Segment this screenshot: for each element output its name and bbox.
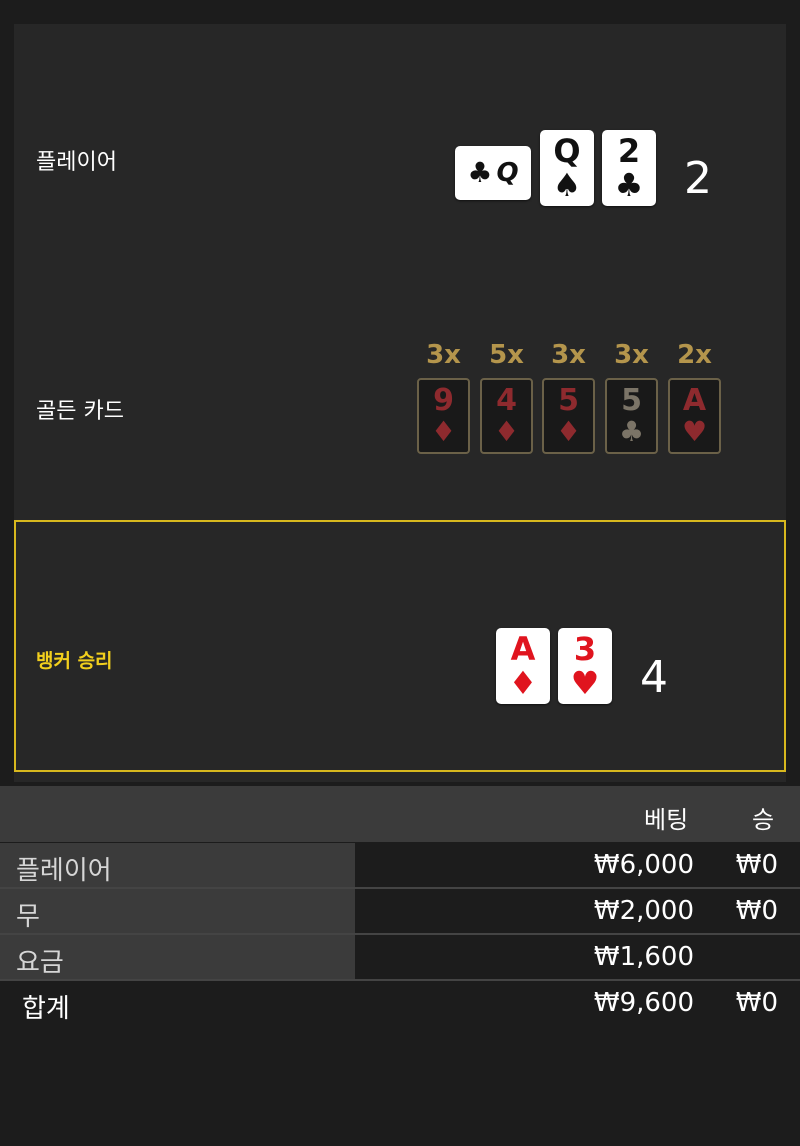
golden-card: 5 ♣ [605,378,658,454]
golden-multiplier: 5x [489,340,524,370]
diamond-icon: ♦ [430,415,457,448]
player-card-2: Q ♠ [540,130,594,206]
bet-column-header: 베팅 [644,806,689,834]
diamond-icon: ♦ [493,415,520,448]
bet-amount: ₩1,600 [593,942,694,972]
win-amount: ₩0 [735,896,778,926]
player-card-3: 2 ♣ [602,130,656,206]
golden-multiplier: 3x [614,340,649,370]
winner-highlight [14,520,786,772]
banker-win-label: 뱅커 승리 [36,650,113,672]
card-rank: Q [496,158,519,188]
club-icon: ♣ [618,415,645,448]
table-row: 플레이어 ₩6,000 ₩0 [0,843,800,887]
player-row-label: 플레이어 [36,150,117,175]
card-rank: A [510,630,536,668]
golden-multiplier: 3x [551,340,586,370]
golden-card: 5 ♦ [542,378,595,454]
bet-amount: ₩2,000 [593,896,694,926]
diamond-icon: ♦ [508,664,538,702]
win-amount: ₩0 [735,850,778,880]
card-rank: 9 [433,383,454,418]
club-icon: ♣ [614,166,644,204]
heart-icon: ♥ [681,415,708,448]
banker-score: 4 [640,652,668,703]
diamond-icon: ♦ [555,415,582,448]
total-label: 합계 [22,994,70,1024]
banker-card-1: A ♦ [496,628,550,704]
row-label: 요금 [16,948,64,978]
table-row: 요금 ₩1,600 [0,935,800,979]
player-score: 2 [684,153,712,204]
bet-table-header: 베팅 승 [0,786,800,842]
spade-icon: ♠ [552,166,582,204]
heart-icon: ♥ [570,664,600,702]
win-column-header: 승 [752,806,775,834]
card-rank: 4 [496,383,517,418]
card-rank: 5 [621,383,642,418]
golden-row-label: 골든 카드 [36,399,124,424]
club-icon: ♣ [467,156,493,189]
total-bet-amount: ₩9,600 [593,988,694,1018]
total-row: 합계 ₩9,600 ₩0 [0,981,800,1025]
golden-multiplier: 3x [426,340,461,370]
golden-card: 9 ♦ [417,378,470,454]
total-win-amount: ₩0 [735,988,778,1018]
row-label: 플레이어 [16,856,112,886]
card-rank: A [682,383,707,418]
card-rank: Q [553,132,581,170]
card-rank: 2 [617,132,641,170]
row-label: 무 [16,902,40,932]
banker-card-2: 3 ♥ [558,628,612,704]
card-rank: 3 [573,630,597,668]
table-row: 무 ₩2,000 ₩0 [0,889,800,933]
golden-multiplier: 2x [677,340,712,370]
player-card-1: ♣ Q [455,146,531,200]
card-rank: 5 [558,383,579,418]
golden-card: A ♥ [668,378,721,454]
golden-card: 4 ♦ [480,378,533,454]
bet-amount: ₩6,000 [593,850,694,880]
